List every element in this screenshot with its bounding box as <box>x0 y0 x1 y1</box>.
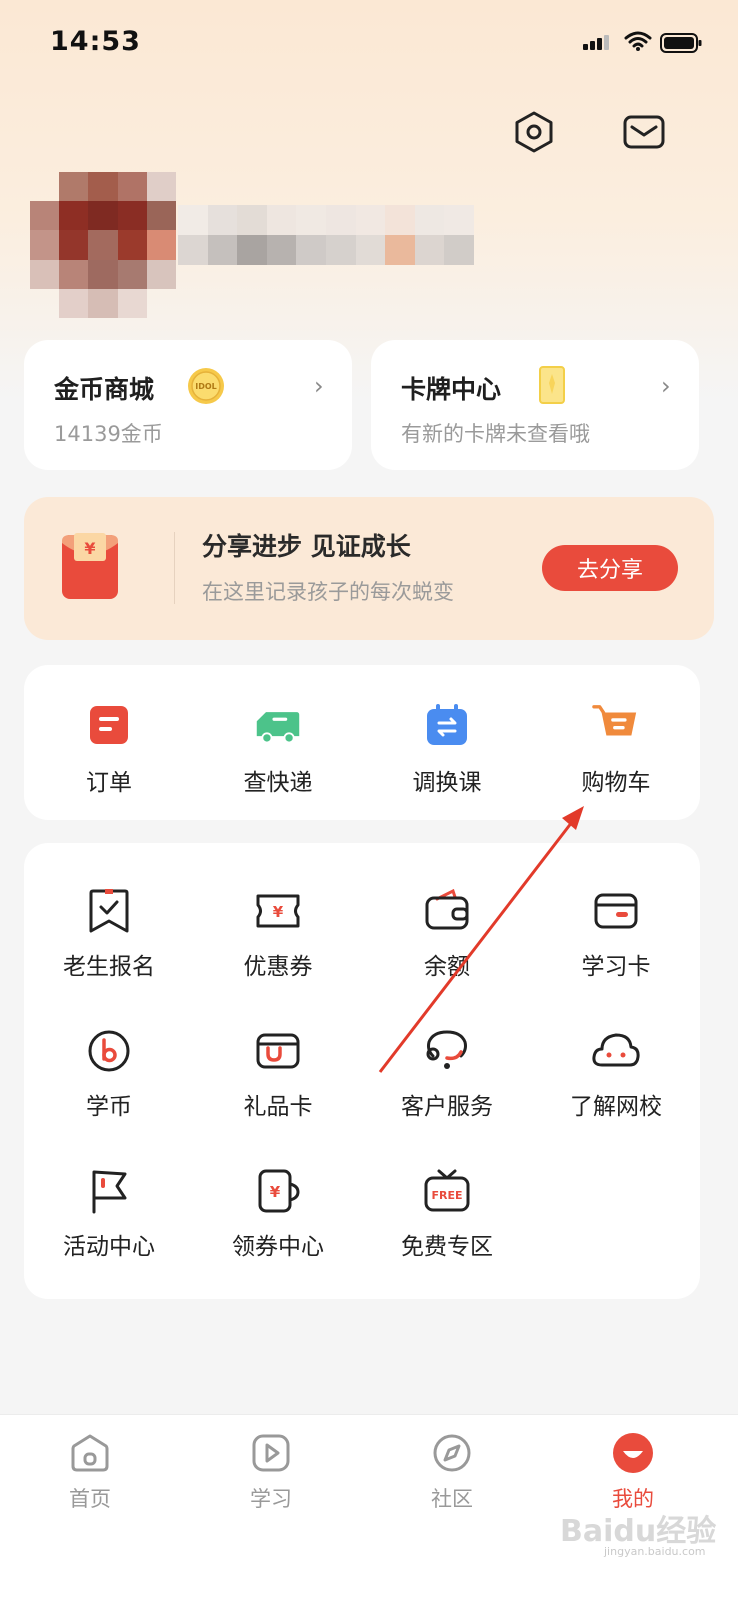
mail-icon <box>623 115 665 149</box>
gift-card-icon <box>256 1033 300 1069</box>
coupon-center-icon: ¥ <box>258 1169 300 1213</box>
study-card-icon <box>594 893 638 929</box>
quick-action-label: 订单 <box>86 770 132 796</box>
service-label: 活动中心 <box>63 1234 155 1260</box>
service-about-school[interactable]: 了解网校 <box>531 1025 701 1121</box>
tab-label: 社区 <box>431 1487 473 1511</box>
service-label: 免费专区 <box>401 1234 493 1260</box>
service-label: 领券中心 <box>232 1234 324 1260</box>
chevron-right-icon: › <box>661 372 671 400</box>
tab-label: 学习 <box>250 1487 292 1511</box>
service-customer-service[interactable]: 客户服务 <box>362 1025 532 1121</box>
study-coin-icon <box>88 1030 130 1072</box>
share-button[interactable]: 去分享 <box>542 545 678 591</box>
tab-label: 首页 <box>69 1487 111 1511</box>
red-envelope-icon: ¥ <box>62 533 118 599</box>
service-coupon[interactable]: ¥ 优惠券 <box>193 885 363 981</box>
settings-button[interactable] <box>508 106 560 158</box>
service-activity-center[interactable]: 活动中心 <box>24 1165 194 1261</box>
svg-text:¥: ¥ <box>270 1183 281 1201</box>
cellular-signal-icon <box>583 35 609 50</box>
compass-icon <box>433 1434 471 1472</box>
watermark-brand: Baidu经验 <box>560 1514 717 1549</box>
share-subtitle: 在这里记录孩子的每次蜕变 <box>202 580 454 604</box>
services-grid-card: 老生报名 ¥ 优惠券 余额 学习卡 学币 礼品卡 客户服务 了解网校 活动中心 … <box>24 843 700 1299</box>
play-icon <box>252 1434 290 1472</box>
status-time: 14:53 <box>50 26 141 57</box>
messages-button[interactable] <box>618 106 670 158</box>
calendar-swap-icon <box>427 704 467 745</box>
quick-action-label: 调换课 <box>412 770 482 796</box>
customer-service-icon <box>426 1030 467 1069</box>
idol-coin-icon: IDOL <box>188 368 224 404</box>
card-center-subtitle: 有新的卡牌未查看哦 <box>401 422 590 446</box>
service-label: 礼品卡 <box>243 1094 313 1120</box>
service-free-zone[interactable]: FREE 免费专区 <box>362 1165 532 1261</box>
tab-home[interactable]: 首页 <box>30 1431 150 1513</box>
username-pixelated <box>178 205 474 265</box>
svg-text:¥: ¥ <box>84 539 95 558</box>
service-coupon-center[interactable]: ¥ 领券中心 <box>193 1165 363 1261</box>
watermark-url: jingyan.baidu.com <box>604 1545 706 1558</box>
share-banner[interactable]: ¥ 分享进步 见证成长 在这里记录孩子的每次蜕变 去分享 <box>24 497 714 640</box>
quick-action-change-class[interactable]: 调换课 <box>362 701 532 797</box>
about-school-icon <box>592 1033 640 1067</box>
home-icon <box>71 1434 109 1472</box>
free-tv-icon: FREE <box>424 1169 470 1212</box>
quick-action-order[interactable]: 订单 <box>24 701 194 797</box>
share-title: 分享进步 见证成长 <box>202 532 411 561</box>
chevron-right-icon: › <box>314 372 324 400</box>
order-icon <box>90 706 128 744</box>
coin-mall-title: 金币商城 <box>54 375 155 404</box>
settings-icon <box>515 111 553 153</box>
service-study-coin[interactable]: 学币 <box>24 1025 194 1121</box>
tab-mine[interactable]: 我的 <box>573 1431 693 1513</box>
quick-action-cart[interactable]: 购物车 <box>531 701 701 797</box>
coin-balance: 14139金币 <box>54 422 163 446</box>
tab-community[interactable]: 社区 <box>392 1431 512 1513</box>
divider <box>174 532 175 604</box>
card-icon <box>539 366 565 404</box>
card-center-title: 卡牌中心 <box>401 375 502 404</box>
service-study-card[interactable]: 学习卡 <box>531 885 701 981</box>
service-balance[interactable]: 余额 <box>362 885 532 981</box>
svg-text:IDOL: IDOL <box>195 382 217 391</box>
avatar[interactable] <box>30 172 176 318</box>
svg-text:¥: ¥ <box>273 903 284 921</box>
quick-action-label: 查快递 <box>243 770 313 796</box>
card-center-card[interactable]: 卡牌中心 › 有新的卡牌未查看哦 <box>371 340 699 470</box>
shopping-cart-icon <box>592 705 637 736</box>
quick-actions-card: 订单 查快递 调换课 购物车 <box>24 665 700 820</box>
service-label: 了解网校 <box>570 1094 662 1120</box>
enroll-bookmark-icon <box>89 889 129 933</box>
status-bar: 14:53 <box>0 0 738 90</box>
service-label: 余额 <box>424 954 470 980</box>
coupon-icon: ¥ <box>256 894 300 928</box>
wifi-icon <box>624 31 652 51</box>
svg-text:FREE: FREE <box>431 1189 462 1202</box>
quick-action-delivery[interactable]: 查快递 <box>193 701 363 797</box>
coin-mall-card[interactable]: 金币商城 IDOL › 14139金币 <box>24 340 352 470</box>
delivery-truck-icon <box>256 712 300 744</box>
tab-study[interactable]: 学习 <box>211 1431 331 1513</box>
service-label: 客户服务 <box>401 1094 493 1120</box>
quick-action-label: 购物车 <box>581 770 651 796</box>
service-label: 优惠券 <box>243 954 313 980</box>
service-label: 学习卡 <box>581 954 651 980</box>
profile-icon <box>613 1433 653 1473</box>
service-renewal-enroll[interactable]: 老生报名 <box>24 885 194 981</box>
service-label: 老生报名 <box>63 954 155 980</box>
service-gift-card[interactable]: 礼品卡 <box>193 1025 363 1121</box>
battery-icon <box>660 33 702 53</box>
service-label: 学币 <box>86 1094 132 1120</box>
wallet-icon <box>425 889 469 930</box>
flag-icon <box>92 1170 127 1214</box>
